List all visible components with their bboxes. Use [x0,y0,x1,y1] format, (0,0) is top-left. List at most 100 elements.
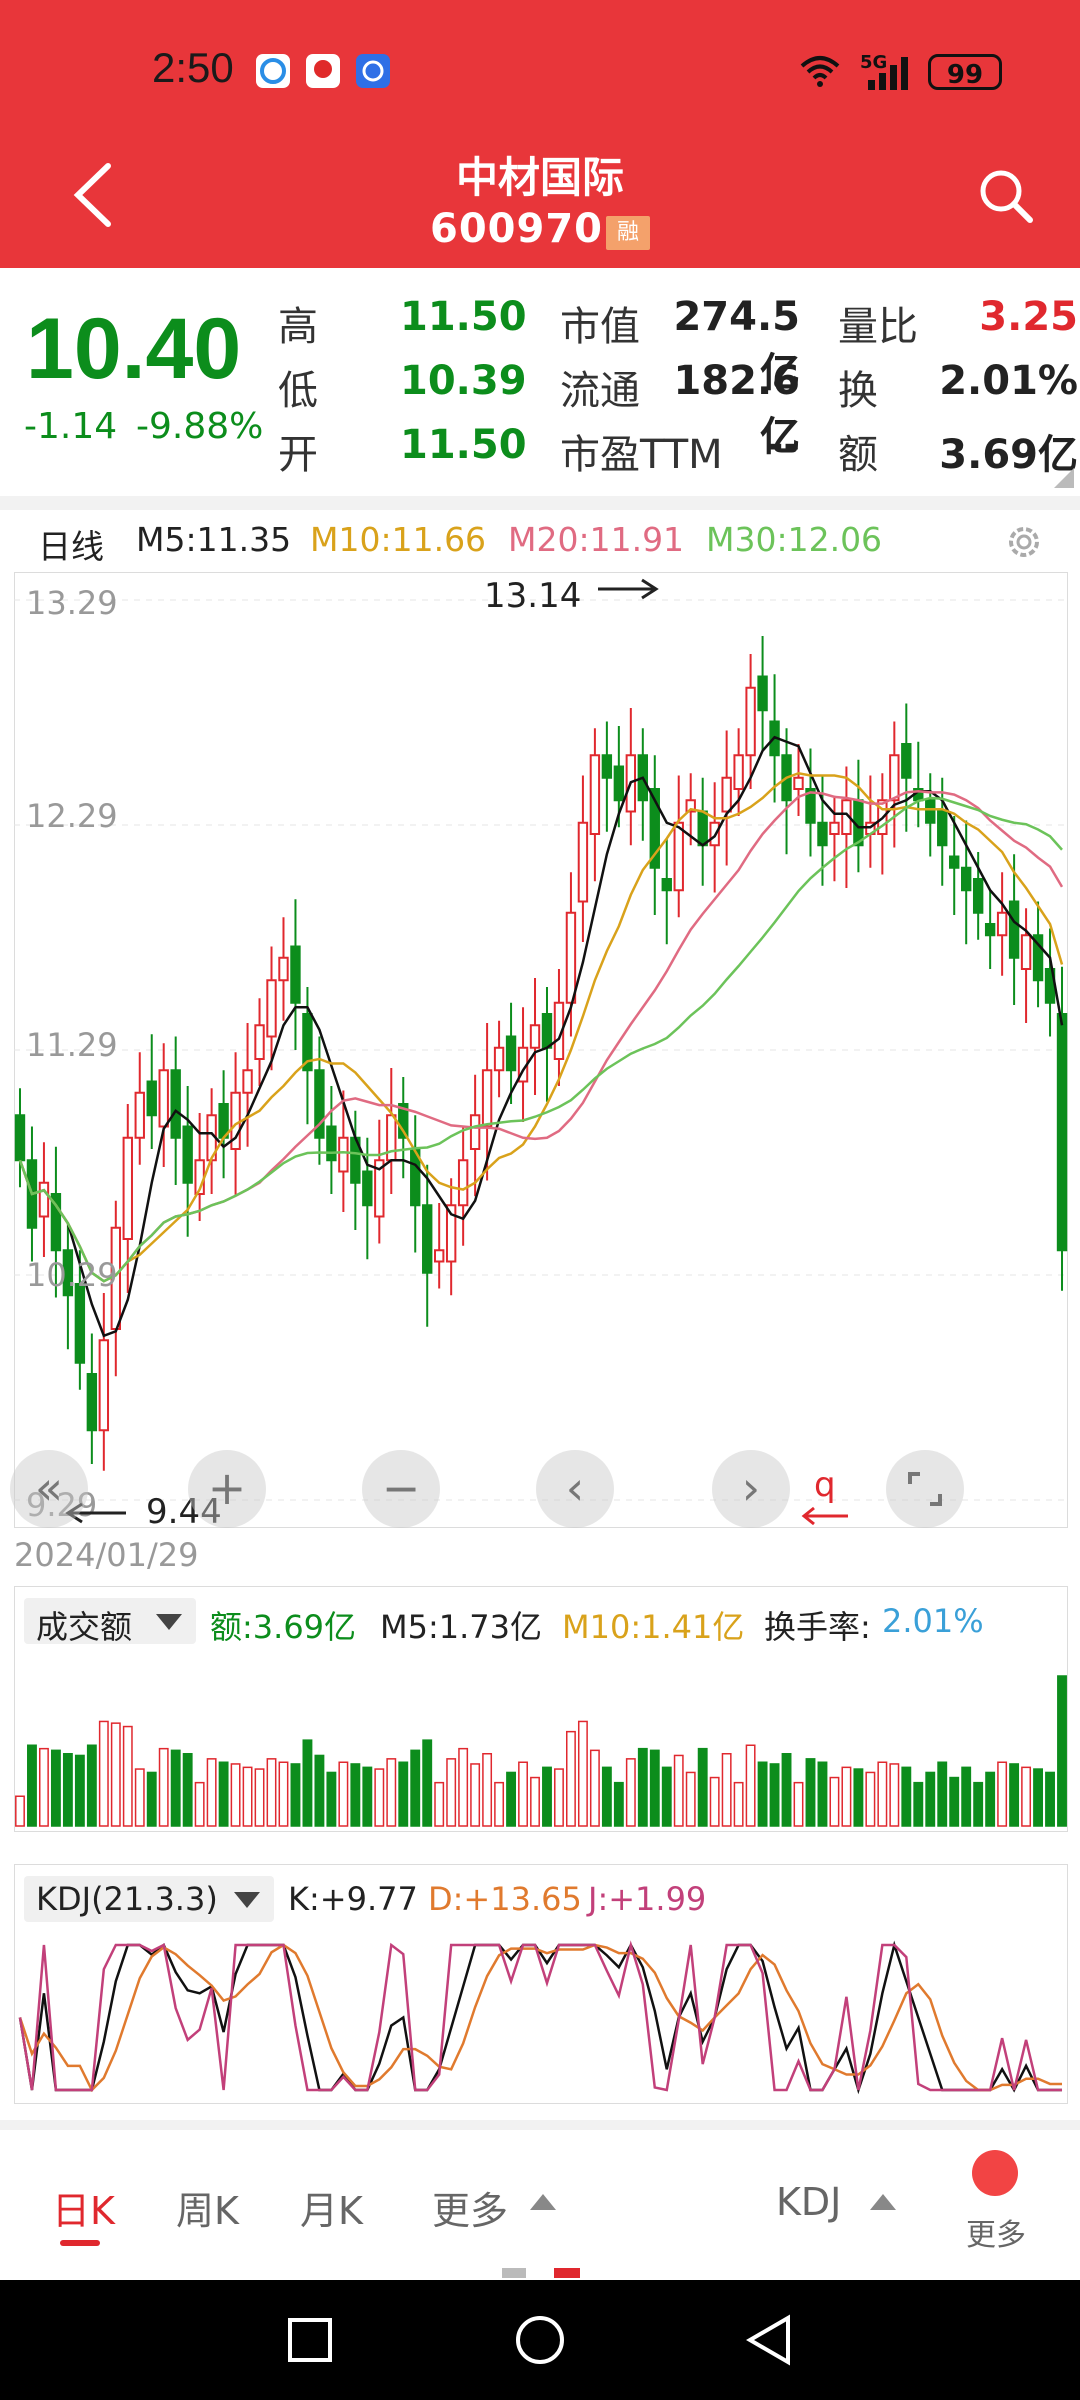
tab-weekly-k[interactable]: 周K [176,2180,239,2235]
volume-bar [949,1776,960,1827]
candle-body [134,1091,145,1139]
system-navbar [0,2280,1080,2400]
volume-bar [913,1781,924,1827]
candle-body [386,1114,397,1162]
candle-body [338,1136,349,1173]
volume-bar [74,1754,85,1827]
volume-bar [338,1761,349,1827]
volume-bar [925,1771,936,1827]
search-icon[interactable] [976,166,1036,226]
candle-body [98,1339,110,1432]
volume-bar [733,1781,744,1827]
volume-bar [110,1722,121,1827]
y-label-3: 10.29 [26,1256,118,1294]
volume-bar [685,1771,696,1827]
home-icon[interactable] [514,2314,566,2366]
zoom-in-button[interactable]: + [188,1450,266,1528]
volume-bar [697,1747,708,1827]
volume-bar [122,1725,133,1827]
volume-bar [709,1776,720,1827]
fullscreen-button[interactable] [886,1450,964,1528]
candle-body [254,1024,265,1060]
candle-body [673,821,684,892]
scroll-right-button[interactable]: › [712,1450,790,1528]
turnover-value: 2.01% [939,358,1078,404]
volume-bar [266,1758,277,1827]
candle-body [613,765,625,802]
kdj-j: J:+1.99 [588,1880,707,1918]
volume-bar [254,1768,265,1827]
volume-bar [98,1720,109,1827]
volume-bar [1033,1768,1043,1827]
indicator-selector[interactable]: KDJ(21.3.3) [24,1876,274,1922]
tab-daily-k[interactable]: 日K [52,2180,115,2235]
candle-body [422,1204,433,1274]
volume-bar [194,1781,205,1827]
volume-bar [554,1768,564,1827]
candle-body [242,1069,253,1094]
period-label[interactable]: 日线 [38,520,104,568]
volume-bar [877,1761,888,1827]
volume-bar [745,1744,756,1827]
restore-adjust-icon[interactable]: q [800,1466,856,1526]
candle-body [469,1114,481,1150]
candle-body [529,1024,541,1049]
candle-body [661,878,672,892]
volume-bar [566,1730,576,1827]
candle-body [1020,934,1032,970]
candle-body [362,1170,373,1207]
chat-app-icon [256,54,290,88]
volume-bar [458,1747,469,1827]
volume-bar [146,1771,157,1827]
volume-bar [422,1739,433,1827]
kline-chart [14,599,1068,1501]
candle-body [889,754,900,802]
volume-bar [757,1761,768,1827]
volume-bar [721,1753,732,1827]
volume-bar [302,1739,313,1827]
volume-bar [230,1763,241,1827]
zoom-out-button[interactable]: − [362,1450,440,1528]
candle-body [829,821,840,835]
recent-apps-icon[interactable] [286,2316,334,2364]
caret-up-icon [530,2194,556,2210]
kdj-k: K:+9.77 [288,1880,418,1918]
volume-bar [937,1761,948,1827]
settings-gear-icon[interactable] [1002,520,1046,564]
candle-body [589,754,601,835]
volume-bar [290,1763,301,1827]
candle-body [565,911,577,1004]
y-label-1: 12.29 [26,797,118,835]
candle-body [38,1181,50,1218]
candle-body [745,686,756,757]
tab-monthly-k[interactable]: 月K [300,2180,363,2235]
candle-body [86,1373,98,1432]
market-cap-label: 市值 [560,304,640,350]
candle-body [697,810,708,847]
volume-bar [805,1758,816,1827]
more-floating-label: 更多 [966,2218,1026,2253]
candle-body [721,776,732,813]
volume-selector[interactable]: 成交额 [24,1598,196,1646]
volume-m5: M5:1.73亿 [380,1608,543,1646]
scroll-left-button[interactable]: ‹ [536,1450,614,1528]
volume-m10: M10:1.41亿 [562,1608,745,1646]
turnover-label: 换 [838,368,878,414]
candle-body [481,1069,493,1128]
candle-body [278,956,289,982]
caret-down-icon [156,1614,182,1630]
scroll-start-button[interactable]: « [10,1450,88,1528]
volume-bar [158,1747,169,1827]
candle-body [14,1114,26,1162]
candle-body [74,1283,86,1364]
status-time: 2:50 [152,44,234,91]
tab-more[interactable]: 更多 [432,2180,508,2235]
more-floating-icon[interactable] [972,2150,1018,2196]
open-label: 开 [278,432,318,478]
volume-bar [637,1747,648,1827]
candle-body [326,1125,337,1162]
tab-indicator-kdj[interactable]: KDJ [776,2180,841,2224]
expand-corner-icon[interactable] [1054,468,1074,488]
back-nav-icon[interactable] [744,2314,794,2366]
candle-body [925,799,936,824]
